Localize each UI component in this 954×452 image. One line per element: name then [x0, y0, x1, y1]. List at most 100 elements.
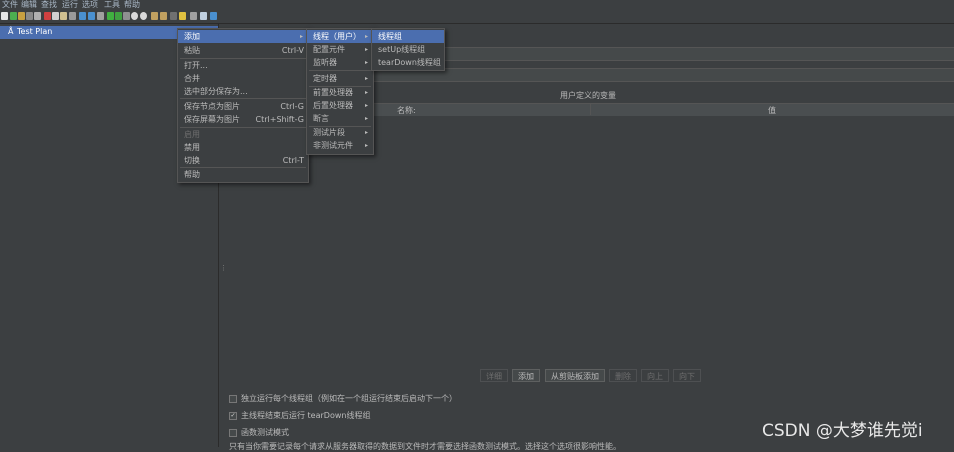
menu-item-save-selection-as[interactable]: 选中部分保存为... — [178, 85, 308, 98]
tree-node-label: Test Plan — [17, 27, 53, 36]
menu-shortcut: Ctrl-V — [281, 46, 304, 55]
minus-icon[interactable] — [88, 12, 95, 20]
submenu-item-test-fragment[interactable]: 测试片段 ▸ — [307, 126, 373, 139]
menu-item-merge[interactable]: 合并 — [178, 72, 308, 85]
menu-item-open[interactable]: 打开... — [178, 59, 308, 72]
detail-button[interactable]: 详细 — [480, 369, 508, 382]
menu-item-help[interactable]: 帮助 — [178, 168, 308, 181]
search-icon[interactable] — [170, 12, 177, 20]
submenu-item-pre-processor[interactable]: 前置处理器 ▸ — [307, 86, 373, 99]
submenu-item-non-test-elements[interactable]: 非测试元件 ▸ — [307, 139, 373, 152]
clear-all-icon[interactable] — [160, 12, 167, 20]
copy-icon[interactable] — [52, 12, 59, 20]
submenu-arrow-icon: ▸ — [364, 115, 368, 122]
templates-icon[interactable] — [10, 12, 17, 20]
submenu-item-post-processor[interactable]: 后置处理器 ▸ — [307, 99, 373, 112]
open-icon[interactable] — [18, 12, 25, 20]
menu-item-save-screen-as-image[interactable]: 保存屏幕为图片 Ctrl+Shift-G — [178, 113, 308, 126]
menu-item-label: setUp线程组 — [378, 45, 426, 54]
menu-item-label: 线程（用户） — [313, 32, 361, 41]
column-header-name[interactable]: 名称: — [397, 105, 416, 116]
move-up-button[interactable]: 向上 — [641, 369, 669, 382]
save-icon[interactable] — [34, 12, 41, 20]
start-no-pause-icon[interactable] — [115, 12, 122, 20]
clear-icon[interactable] — [151, 12, 158, 20]
menu-item-label: 测试片段 — [313, 128, 345, 137]
help-icon[interactable] — [200, 12, 207, 20]
submenu-item-threads[interactable]: 线程（用户） ▸ — [307, 30, 373, 43]
menu-item-save-node-as-image[interactable]: 保存节点为图片 Ctrl-G — [178, 100, 308, 113]
close-icon[interactable] — [26, 12, 33, 20]
plus-icon[interactable] — [79, 12, 86, 20]
add-from-clipboard-button[interactable]: 从剪贴板添加 — [545, 369, 605, 382]
stop-icon[interactable] — [123, 12, 130, 20]
menu-item-label: 监听器 — [313, 58, 337, 67]
column-header-value[interactable]: 值 — [768, 105, 776, 116]
threads-submenu: 线程组 setUp线程组 tearDown线程组 — [371, 28, 445, 71]
menu-item-label: 配置元件 — [313, 45, 345, 54]
functional-test-mode-option[interactable]: 函数测试模式 — [229, 427, 289, 438]
add-button[interactable]: 添加 — [512, 369, 540, 382]
submenu-item-listener[interactable]: 监听器 ▸ — [307, 56, 373, 69]
menu-separator — [180, 98, 306, 99]
submenu-arrow-icon: ▸ — [299, 33, 303, 40]
start-icon[interactable] — [107, 12, 114, 20]
menu-item-label: tearDown线程组 — [378, 58, 441, 67]
menu-item-label: 前置处理器 — [313, 88, 353, 97]
shutdown-icon[interactable] — [131, 12, 138, 20]
option-label: 独立运行每个线程组（例如在一个组运行结束后启动下一个） — [241, 394, 457, 403]
checkbox[interactable] — [229, 428, 237, 437]
menu-options[interactable]: 选项 — [82, 0, 98, 10]
submenu-item-timer[interactable]: 定时器 ▸ — [307, 72, 373, 85]
log-icon[interactable] — [210, 12, 217, 20]
expand-icon[interactable] — [69, 12, 76, 20]
paste-icon[interactable] — [60, 12, 67, 20]
menu-file[interactable]: 文件 — [2, 0, 18, 10]
context-menu: 添加 ▸ 粘贴 Ctrl-V 打开... 合并 选中部分保存为... 保存节点为图片… — [177, 28, 309, 183]
menu-item-label: 后置处理器 — [313, 101, 353, 110]
submenu-arrow-icon: ▸ — [364, 33, 368, 40]
run-teardown-option[interactable]: ✓ 主线程结束后运行 tearDown线程组 — [229, 410, 370, 421]
menu-item-label: 切换 — [184, 156, 200, 165]
submenu-arrow-icon: ▸ — [364, 142, 368, 149]
menu-item-label: 添加 — [184, 32, 200, 41]
move-down-button[interactable]: 向下 — [673, 369, 701, 382]
menu-search[interactable]: 查找 — [41, 0, 57, 10]
menu-item-disable[interactable]: 禁用 — [178, 141, 308, 154]
cut-icon[interactable] — [44, 12, 51, 20]
checkbox-checked[interactable]: ✓ — [229, 411, 237, 420]
menu-tools[interactable]: 工具 — [104, 0, 120, 10]
menu-item-label: 禁用 — [184, 143, 200, 152]
menu-shortcut: Ctrl-G — [280, 102, 304, 111]
menu-item-paste[interactable]: 粘贴 Ctrl-V — [178, 44, 308, 57]
menu-edit[interactable]: 编辑 — [21, 0, 37, 10]
column-divider — [590, 103, 591, 115]
menu-item-add[interactable]: 添加 ▸ — [178, 30, 308, 43]
menu-item-toggle[interactable]: 切换 Ctrl-T — [178, 154, 308, 167]
checkbox[interactable] — [229, 394, 237, 403]
submenu-item-assertion[interactable]: 断言 ▸ — [307, 112, 373, 125]
run-thread-groups-consecutively-option[interactable]: 独立运行每个线程组（例如在一个组运行结束后启动下一个） — [229, 393, 457, 404]
submenu-item-teardown-thread-group[interactable]: tearDown线程组 — [372, 56, 444, 69]
submenu-item-setup-thread-group[interactable]: setUp线程组 — [372, 43, 444, 56]
new-icon[interactable] — [1, 12, 8, 20]
menu-run[interactable]: 运行 — [62, 0, 78, 10]
reset-search-icon[interactable] — [179, 12, 186, 20]
menu-item-label: 断言 — [313, 114, 329, 123]
user-defined-variables-title: 用户定义的变量 — [560, 91, 616, 100]
toggle-icon[interactable] — [97, 12, 104, 20]
menu-item-enable[interactable]: 启用 — [178, 128, 308, 141]
menu-help[interactable]: 帮助 — [124, 0, 140, 10]
submenu-arrow-icon: ▸ — [364, 75, 368, 82]
submenu-item-thread-group[interactable]: 线程组 — [372, 30, 444, 43]
submenu-item-config-element[interactable]: 配置元件 ▸ — [307, 43, 373, 56]
delete-button[interactable]: 删除 — [609, 369, 637, 382]
submenu-arrow-icon: ▸ — [364, 129, 368, 136]
function-helper-icon[interactable] — [190, 12, 197, 20]
menu-item-label: 保存节点为图片 — [184, 102, 240, 111]
option-label: 主线程结束后运行 tearDown线程组 — [241, 411, 371, 420]
menu-item-label: 非测试元件 — [313, 141, 353, 150]
watermark: CSDN @大梦谁先觉i — [762, 421, 923, 441]
menu-shortcut: Ctrl+Shift-G — [255, 115, 305, 124]
remote-start-icon[interactable] — [140, 12, 147, 20]
